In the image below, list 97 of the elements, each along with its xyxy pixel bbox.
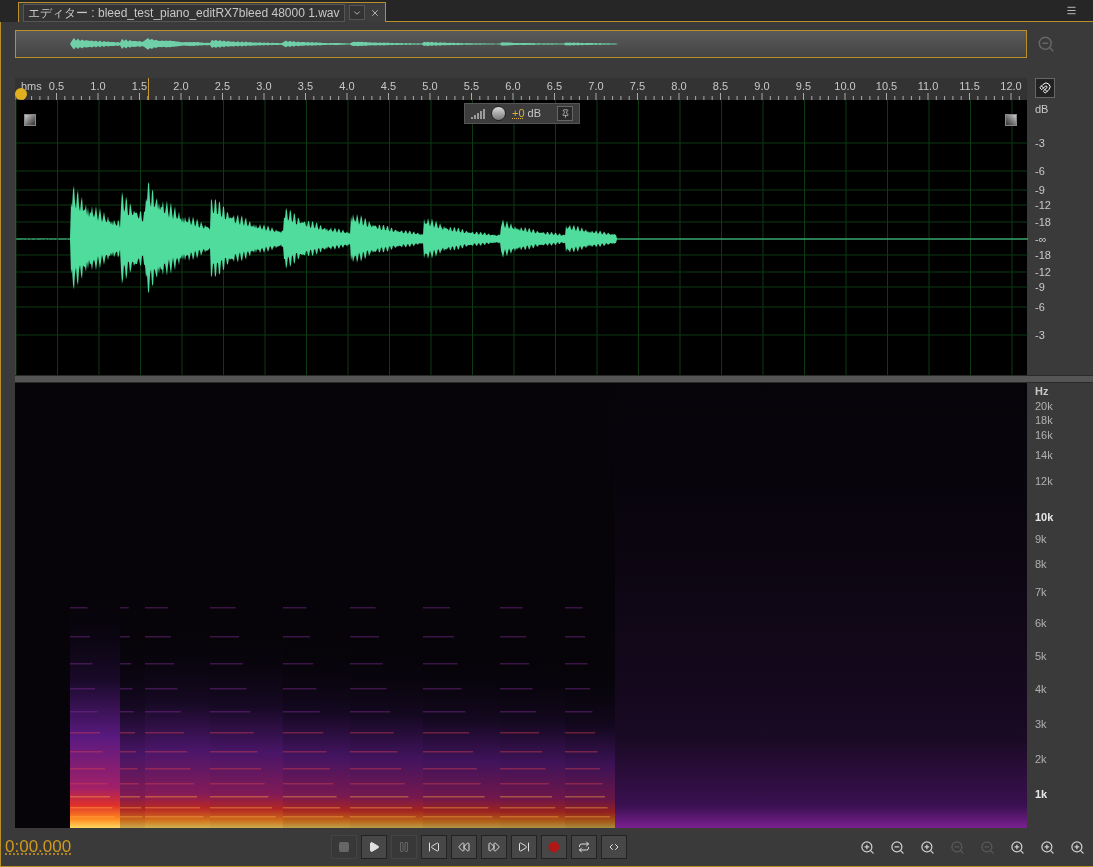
tab-title: エディター : bleed_test_piano_editRX7bleed 48000 1.wav: [23, 3, 345, 22]
frequency-label: 18k: [1035, 414, 1053, 426]
corner-handle-icon[interactable]: [24, 114, 36, 126]
fast-forward-icon: [488, 841, 500, 853]
gain-knob[interactable]: [491, 106, 506, 121]
transport-button[interactable]: [421, 835, 447, 859]
transport-button[interactable]: [451, 835, 477, 859]
frequency-unit: Hz: [1035, 386, 1049, 397]
pin-icon: [560, 109, 570, 118]
skip-forward-icon: [518, 841, 530, 853]
amplitude-unit: dB: [1035, 104, 1049, 115]
ruler-label: 2.5: [214, 81, 231, 92]
frequency-label: 12k: [1035, 475, 1053, 487]
rewind-icon: [458, 841, 470, 853]
gain-value[interactable]: +0: [512, 105, 525, 122]
amplitude-label: -3: [1035, 329, 1045, 341]
ruler-label: 3.5: [297, 81, 314, 92]
editor-tab[interactable]: エディター : bleed_test_piano_editRX7bleed 48000 1.wav: [18, 2, 386, 22]
frequency-label: 2k: [1035, 753, 1047, 765]
ruler-label: 11.5: [959, 81, 980, 92]
ruler-label: 8.0: [671, 81, 687, 92]
zoom-out-icon: [949, 839, 965, 855]
ruler-label: 3.0: [256, 81, 272, 92]
ruler-label: 2.0: [173, 81, 189, 92]
ruler-label: 6.0: [505, 81, 521, 92]
amplitude-label: -∞: [1035, 233, 1047, 245]
frequency-label: 5k: [1035, 650, 1047, 662]
zoom-out-icon: [979, 839, 995, 855]
amplitude-label: -12: [1035, 266, 1051, 278]
ruler-label: 1.5: [131, 81, 148, 92]
frequency-label: 3k: [1035, 718, 1047, 730]
ruler-label: 1.0: [90, 81, 106, 92]
skip-back-icon: [428, 841, 440, 853]
signal-bars-icon: [471, 108, 485, 119]
amplitude-label: -18: [1035, 216, 1051, 228]
frequency-label: 20k: [1035, 400, 1053, 412]
amplitude-label: -18: [1035, 249, 1051, 261]
ruler-label: 10.5: [875, 81, 898, 92]
ruler-label: 9.0: [754, 81, 770, 92]
overview-waveform[interactable]: [15, 29, 1027, 58]
transport-button[interactable]: [481, 835, 507, 859]
ruler-label: 9.5: [795, 81, 812, 92]
record-icon: [548, 841, 560, 853]
corner-handle-icon[interactable]: [1005, 114, 1017, 126]
amplitude-label: -6: [1035, 165, 1045, 177]
ruler-label: 0.5: [48, 81, 65, 92]
frequency-label: 6k: [1035, 617, 1047, 629]
ruler-label: 11.0: [917, 81, 939, 92]
waveform-panel[interactable]: +0 dB: [15, 100, 1027, 375]
pause-icon: [398, 841, 410, 853]
ruler-label: 5.0: [422, 81, 438, 92]
ruler-label: 4.0: [339, 81, 355, 92]
frequency-label: 1k: [1035, 788, 1048, 800]
play-icon: [368, 841, 380, 853]
ruler-label: 8.5: [712, 81, 729, 92]
ruler-label: 10.0: [834, 81, 856, 92]
frequency-label: 8k: [1035, 558, 1047, 570]
stop-icon: [338, 841, 350, 853]
ruler-label: 6.5: [546, 81, 563, 92]
zoom-in-icon: [1069, 839, 1085, 855]
arrows-apart-icon: [608, 841, 620, 853]
pin-button[interactable]: [557, 106, 573, 121]
frequency-label: 9k: [1035, 533, 1047, 545]
frequency-label: 7k: [1035, 586, 1047, 598]
zoom-out-icon: [889, 839, 905, 855]
amplitude-label: -12: [1035, 199, 1051, 211]
ruler-label: 7.0: [588, 81, 604, 92]
zoom-in-icon: [859, 839, 875, 855]
gain-unit: dB: [527, 106, 541, 122]
amplitude-label: -9: [1035, 184, 1045, 196]
playhead-marker[interactable]: [15, 88, 27, 100]
frequency-label: 14k: [1035, 449, 1053, 461]
magnet-icon: [1039, 82, 1051, 94]
transport-button[interactable]: [361, 835, 387, 859]
zoom-in-icon: [919, 839, 935, 855]
menu-icon: [1065, 4, 1077, 16]
transport-button[interactable]: [511, 835, 537, 859]
cursor-line: [148, 78, 149, 100]
loop-icon: [578, 841, 590, 853]
frequency-label: 4k: [1035, 683, 1047, 695]
ruler-label: 5.5: [463, 81, 480, 92]
ruler-unit: hms: [21, 81, 42, 92]
ruler-label: 4.5: [380, 81, 397, 92]
frequency-label: 16k: [1035, 429, 1053, 441]
close-icon: [369, 7, 380, 18]
snap-button[interactable]: [1035, 78, 1055, 98]
amplitude-label: -6: [1035, 301, 1045, 313]
transport-button[interactable]: [571, 835, 597, 859]
amplitude-label: -3: [1035, 137, 1045, 149]
amplitude-label: -9: [1035, 281, 1045, 293]
ruler-label: 12.0: [1000, 81, 1022, 92]
time-ruler[interactable]: hms 0.5 1.0 1.5 2.0 2.5 3.0 3.5 4.0 4.5 5.0 5.5 6.0 6.5 7.0 7.5 8.0 8.5 9.0 9.5 10.0 10.5 11.0 11.5 12.0: [15, 78, 1027, 100]
zoom-in-icon: [1039, 839, 1055, 855]
time-display[interactable]: 0:00.000: [5, 834, 331, 860]
ruler-label: 7.5: [629, 81, 646, 92]
frequency-label: 10k: [1035, 511, 1054, 523]
zoom-in-icon: [1009, 839, 1025, 855]
